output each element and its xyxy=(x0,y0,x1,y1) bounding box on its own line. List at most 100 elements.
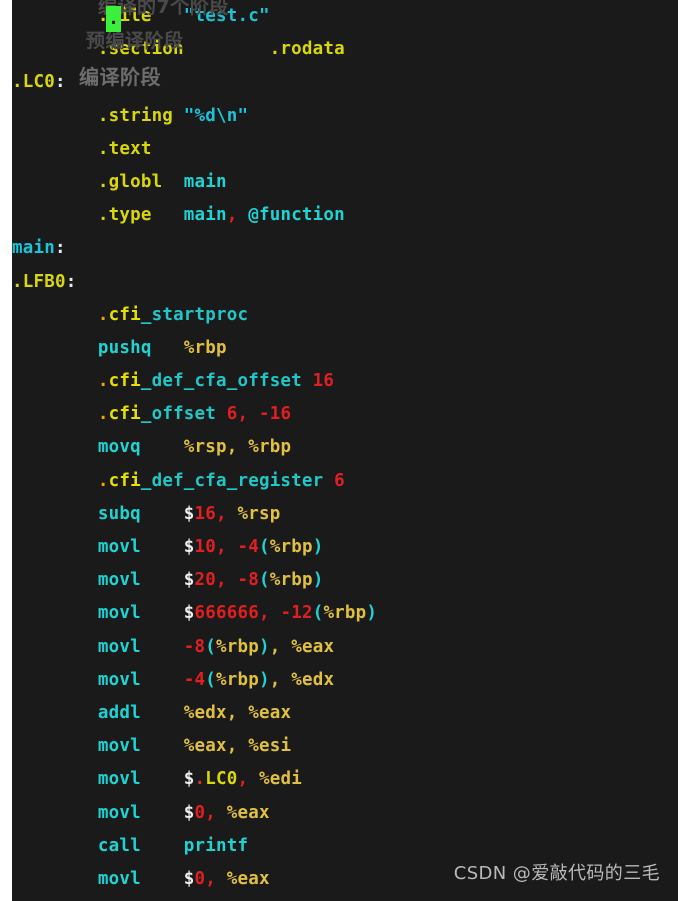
code-line[interactable]: leave xyxy=(12,896,678,901)
code-token: @function xyxy=(248,205,345,226)
code-line[interactable]: movl -4(%rbp), %edx xyxy=(12,664,678,697)
code-line[interactable]: subq $16, %rsp xyxy=(12,498,678,531)
code-token: ( xyxy=(259,537,270,557)
code-token: _def_cfa_offset xyxy=(140,371,302,392)
code-token: printf xyxy=(183,835,249,856)
code-token: : xyxy=(54,238,66,259)
code-line[interactable]: movl $666666, -12(%rbp) xyxy=(12,597,678,630)
code-token: -4 xyxy=(237,537,260,557)
code-token: cfi xyxy=(108,371,141,392)
code-token: %rbp xyxy=(269,570,313,591)
code-token: $ xyxy=(183,570,195,591)
code-line[interactable]: movl -8(%rbp), %eax xyxy=(12,631,678,664)
code-token: . xyxy=(97,304,109,325)
code-token: LC0 xyxy=(205,769,238,790)
code-line[interactable]: .cfi_startproc xyxy=(12,299,678,332)
code-token: -4 xyxy=(183,669,206,690)
code-line[interactable]: pushq %rbp xyxy=(12,332,678,365)
code-line[interactable]: movl $10, -4(%rbp) xyxy=(12,531,678,564)
code-token: %edi xyxy=(259,769,302,790)
code-line[interactable]: .section .rodata xyxy=(12,33,678,66)
code-line[interactable]: addl %edx, %eax xyxy=(12,697,678,730)
code-token: , xyxy=(205,802,217,823)
code-token: , xyxy=(216,570,227,591)
code-line[interactable]: .globl main xyxy=(12,166,678,199)
code-token: .LC0 xyxy=(12,72,55,93)
code-token: %eax xyxy=(183,736,227,757)
code-token: %rsp xyxy=(183,437,227,458)
code-line[interactable]: movl $0, %eax xyxy=(12,797,678,830)
code-line[interactable]: movl $20, -8(%rbp) xyxy=(12,564,678,597)
code-editor-surface[interactable]: .file "test.c" .section .rodata .LC0: .st… xyxy=(12,0,678,901)
code-token: 20 xyxy=(194,570,217,591)
code-token: "test.c" xyxy=(183,6,270,26)
screenshot-root: .file "test.c" .section .rodata .LC0: .st… xyxy=(0,0,691,901)
code-token: 0 xyxy=(194,868,206,889)
code-token: 6 xyxy=(334,470,345,491)
code-token: , xyxy=(269,669,281,690)
code-token: -8 xyxy=(183,636,206,657)
code-line[interactable]: call printf xyxy=(12,830,678,863)
code-token: , xyxy=(226,736,238,757)
code-token: movl xyxy=(97,570,141,591)
code-token: 6 xyxy=(226,404,238,425)
code-token: -16 xyxy=(259,404,292,425)
code-line[interactable]: main: xyxy=(12,232,678,265)
code-line[interactable]: movq %rsp, %rbp xyxy=(12,431,678,464)
code-line[interactable]: .cfi_offset 6, -16 xyxy=(12,398,678,431)
code-line[interactable]: .string "%d\n" xyxy=(12,100,678,133)
code-line[interactable]: movl $.LC0, %edi xyxy=(12,763,678,796)
assembly-code-listing[interactable]: .file "test.c" .section .rodata .LC0: .st… xyxy=(12,0,678,901)
code-token: 16 xyxy=(312,371,335,392)
code-token: %rbp xyxy=(269,537,313,557)
code-token: ) xyxy=(258,636,270,657)
code-token: _offset xyxy=(140,404,217,425)
code-token: "%d\n" xyxy=(183,105,249,126)
code-token: %eax xyxy=(248,702,292,723)
code-token: movl xyxy=(97,868,141,889)
code-token: %rbp xyxy=(216,636,259,657)
code-line[interactable]: .type main, @function xyxy=(12,199,678,232)
code-line[interactable]: .cfi_def_cfa_offset 16 xyxy=(12,365,678,398)
code-line[interactable]: .cfi_def_cfa_register 6 xyxy=(12,465,678,498)
code-line[interactable]: .text xyxy=(12,133,678,166)
code-token: movl xyxy=(97,537,141,557)
code-token: , xyxy=(226,205,238,226)
code-token: 16 xyxy=(194,503,217,524)
code-token: .type xyxy=(97,205,152,226)
code-token: . xyxy=(97,371,109,392)
code-token: pushq xyxy=(97,337,152,358)
code-line[interactable]: movl %eax, %esi xyxy=(12,730,678,763)
code-line[interactable]: .LFB0: xyxy=(12,266,678,299)
code-token: %edx xyxy=(183,702,227,723)
code-token: .string xyxy=(97,105,174,126)
code-line[interactable]: .LC0: xyxy=(12,66,678,99)
